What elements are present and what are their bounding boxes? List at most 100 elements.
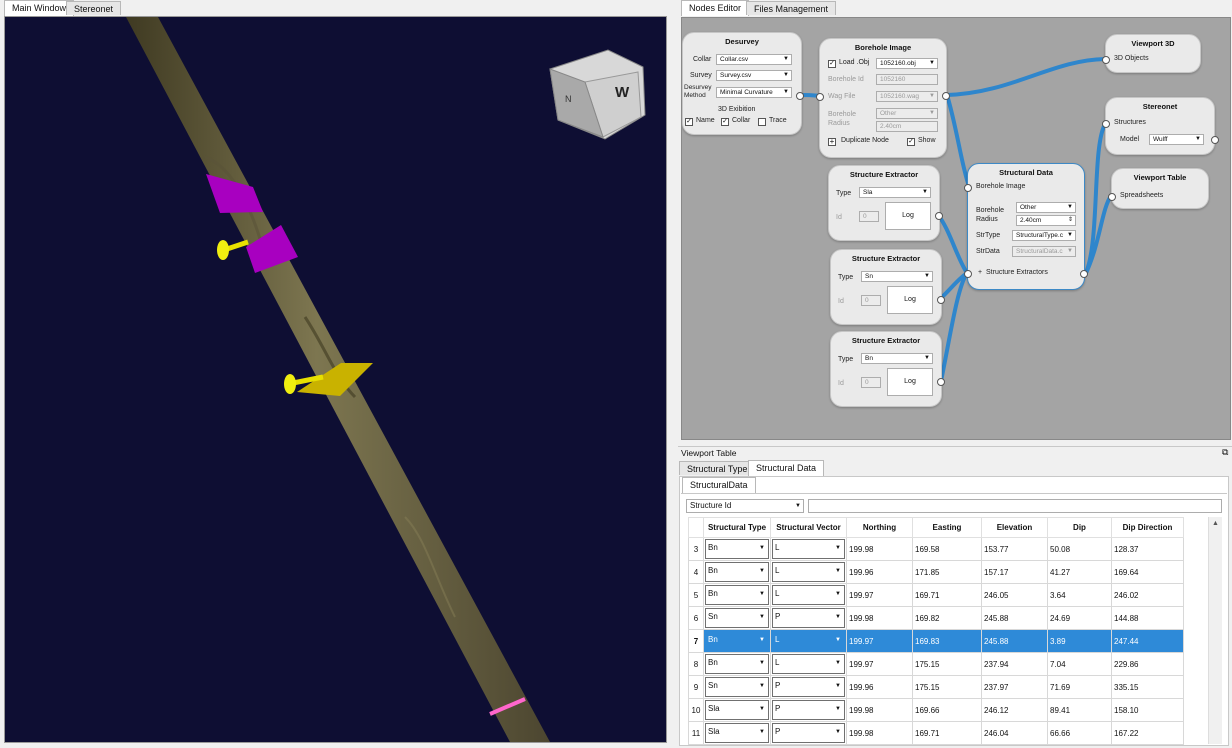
borehole-id-field[interactable]: 1052160 <box>876 74 938 85</box>
easting-cell[interactable]: 171.85 <box>912 560 982 584</box>
column-header[interactable]: Northing <box>846 517 913 538</box>
dip-direction-cell[interactable]: 169.64 <box>1111 560 1184 584</box>
node-borehole-image[interactable]: Borehole Image ✓ Load .Obj 1052160.obj ▼ … <box>816 38 950 158</box>
dip-direction-cell[interactable]: 158.10 <box>1111 698 1184 722</box>
duplicate-node-button[interactable]: + <box>828 138 836 146</box>
structural-vector-cell[interactable]: P ▼ <box>770 721 847 745</box>
output-port[interactable] <box>1211 136 1219 144</box>
elevation-cell[interactable]: 237.94 <box>981 652 1048 676</box>
node-structure-extractor[interactable]: Structure Extractor Type Sla ▼ Id 0 Log <box>828 165 943 241</box>
dip-direction-cell[interactable]: 167.22 <box>1111 721 1184 745</box>
elevation-cell[interactable]: 153.77 <box>981 537 1048 561</box>
survey-combo[interactable]: Survey.csv ▼ <box>716 70 792 81</box>
column-header[interactable]: Structural Vector <box>770 517 847 538</box>
node-structure-extractor[interactable]: Structure Extractor Type Bn ▼ Id 0 Log <box>830 331 945 407</box>
filter-input[interactable] <box>808 499 1222 513</box>
easting-cell[interactable]: 169.82 <box>912 606 982 630</box>
type-combo[interactable]: Sla ▼ <box>859 187 931 198</box>
load-obj-checkbox[interactable]: ✓ <box>828 60 836 68</box>
dip-cell[interactable]: 24.69 <box>1047 606 1112 630</box>
node-viewport-3d[interactable]: Viewport 3D 3D Objects <box>1102 34 1201 73</box>
log-button[interactable]: Log <box>887 286 933 314</box>
structural-vector-cell[interactable]: P ▼ <box>770 698 847 722</box>
northing-cell[interactable]: 199.96 <box>846 560 913 584</box>
elevation-cell[interactable]: 245.88 <box>981 629 1048 653</box>
dip-cell[interactable]: 3.64 <box>1047 583 1112 607</box>
viewport-3d[interactable]: N W <box>4 16 667 743</box>
output-port[interactable] <box>1080 270 1088 278</box>
elevation-cell[interactable]: 246.04 <box>981 721 1048 745</box>
scroll-up-icon[interactable]: ▲ <box>1212 520 1219 527</box>
dip-direction-cell[interactable]: 335.15 <box>1111 675 1184 699</box>
table-row[interactable]: 10 Sla ▼ P ▼ 199.98 169.66 246.12 89.41 158.10 <box>688 698 1184 722</box>
id-spinbox[interactable]: 0 <box>861 377 881 388</box>
collar-checkbox[interactable]: ✓ <box>721 118 729 126</box>
strtype-combo[interactable]: StructuralType.c ▼ <box>1012 230 1076 241</box>
elevation-cell[interactable]: 246.05 <box>981 583 1048 607</box>
easting-cell[interactable]: 169.66 <box>912 698 982 722</box>
structural-vector-cell[interactable]: L ▼ <box>770 629 847 653</box>
radius-value-field[interactable]: 2.40cm <box>876 121 938 132</box>
table-row[interactable]: 4 Bn ▼ L ▼ 199.96 171.85 157.17 41.27 169.64 <box>688 560 1184 584</box>
northing-cell[interactable]: 199.97 <box>846 583 913 607</box>
log-button[interactable]: Log <box>887 368 933 396</box>
structural-type-cell[interactable]: Bn ▼ <box>703 560 771 584</box>
strdata-combo[interactable]: StructuralData.c ▼ <box>1012 246 1076 257</box>
easting-cell[interactable]: 169.71 <box>912 721 982 745</box>
tab-files-management[interactable]: Files Management <box>746 1 837 15</box>
radius-type-combo[interactable]: Other ▼ <box>1016 202 1076 213</box>
structural-type-cell[interactable]: Sn ▼ <box>703 675 771 699</box>
dip-direction-cell[interactable]: 246.02 <box>1111 583 1184 607</box>
table-row[interactable]: 11 Sla ▼ P ▼ 199.98 169.71 246.04 66.66 167.22 <box>688 721 1184 745</box>
structural-vector-cell[interactable]: P ▼ <box>770 606 847 630</box>
add-extractor-icon[interactable]: + <box>978 269 982 276</box>
output-port[interactable] <box>796 92 804 100</box>
northing-cell[interactable]: 199.97 <box>846 629 913 653</box>
collar-combo[interactable]: Collar.csv ▼ <box>716 54 792 65</box>
input-port[interactable] <box>1102 120 1110 128</box>
dip-cell[interactable]: 89.41 <box>1047 698 1112 722</box>
elevation-cell[interactable]: 245.88 <box>981 606 1048 630</box>
northing-cell[interactable]: 199.98 <box>846 537 913 561</box>
node-structural-data[interactable]: Structural Data Borehole Image Borehole … <box>964 163 1088 290</box>
show-checkbox[interactable]: ✓ <box>907 138 915 146</box>
easting-cell[interactable]: 169.83 <box>912 629 982 653</box>
tab-stereonet[interactable]: Stereonet <box>66 1 122 15</box>
column-header[interactable]: Elevation <box>981 517 1048 538</box>
elevation-cell[interactable]: 246.12 <box>981 698 1048 722</box>
column-header[interactable]: Easting <box>912 517 982 538</box>
input-port[interactable] <box>816 93 824 101</box>
method-combo[interactable]: Minimal Curvature ▼ <box>716 87 792 98</box>
column-header[interactable]: Structural Type <box>703 517 771 538</box>
column-header[interactable]: Dip <box>1047 517 1112 538</box>
tab-structural-type[interactable]: Structural Type <box>679 461 756 475</box>
node-viewport-table[interactable]: Viewport Table Spreadsheets <box>1108 168 1209 209</box>
easting-cell[interactable]: 169.58 <box>912 537 982 561</box>
easting-cell[interactable]: 175.15 <box>912 675 982 699</box>
name-checkbox[interactable]: ✓ <box>685 118 693 126</box>
table-scrollbar[interactable]: ▲ <box>1208 517 1222 744</box>
structural-type-cell[interactable]: Sla ▼ <box>703 721 771 745</box>
input-port[interactable] <box>964 270 972 278</box>
elevation-cell[interactable]: 157.17 <box>981 560 1048 584</box>
id-spinbox[interactable]: 0 <box>861 295 881 306</box>
tab-structural-data[interactable]: Structural Data <box>748 460 825 476</box>
radius-spinbox[interactable]: 2.40cm ⇕ <box>1016 215 1076 226</box>
column-header[interactable]: Dip Direction <box>1111 517 1184 538</box>
table-row[interactable]: 6 Sn ▼ P ▼ 199.98 169.82 245.88 24.69 144.88 <box>688 606 1184 630</box>
table-row[interactable]: 7 Bn ▼ L ▼ 199.97 169.83 245.88 3.89 247.44 <box>688 629 1184 653</box>
northing-cell[interactable]: 199.98 <box>846 606 913 630</box>
type-combo[interactable]: Sn ▼ <box>861 271 933 282</box>
dip-cell[interactable]: 7.04 <box>1047 652 1112 676</box>
input-port[interactable] <box>964 184 972 192</box>
structural-type-cell[interactable]: Bn ▼ <box>703 629 771 653</box>
type-combo[interactable]: Bn ▼ <box>861 353 933 364</box>
id-spinbox[interactable]: 0 <box>859 211 879 222</box>
trace-checkbox[interactable] <box>758 118 766 126</box>
radius-type-combo[interactable]: Other ▼ <box>876 108 938 119</box>
easting-cell[interactable]: 169.71 <box>912 583 982 607</box>
dip-cell[interactable]: 50.08 <box>1047 537 1112 561</box>
structural-type-cell[interactable]: Bn ▼ <box>703 537 771 561</box>
log-button[interactable]: Log <box>885 202 931 230</box>
northing-cell[interactable]: 199.98 <box>846 698 913 722</box>
